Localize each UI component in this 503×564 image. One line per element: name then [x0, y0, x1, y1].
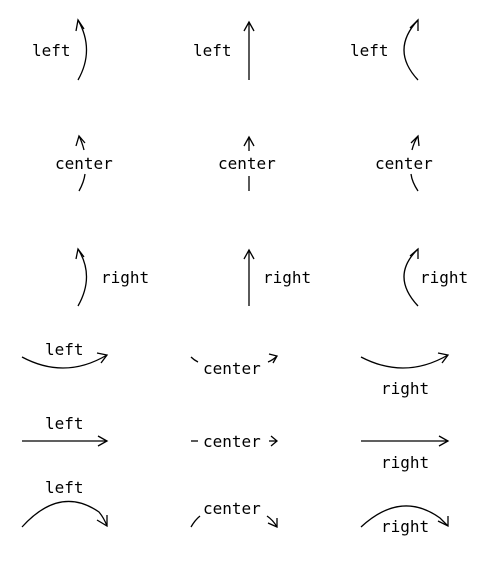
- label-left: left: [45, 478, 84, 497]
- label-left: left: [350, 41, 389, 60]
- arc-arrow-shaft-left: [190, 356, 199, 363]
- example-center-straight: center: [218, 135, 276, 191]
- arc-arrow-shaft-lower: [410, 173, 419, 192]
- label-center: center: [203, 359, 261, 378]
- label-right: right: [263, 268, 311, 287]
- label-center: center: [55, 154, 113, 173]
- example-center-arc-up: center: [190, 499, 278, 529]
- example-right-straight: right: [243, 248, 311, 306]
- label-right: right: [420, 268, 468, 287]
- example-right-arc-left: right: [403, 247, 468, 307]
- diagram-canvas: left left left center center center righ…: [21, 18, 468, 536]
- arrow-label-diagram: left left left center center center righ…: [0, 0, 503, 564]
- label-right: right: [381, 517, 429, 536]
- arc-arrow-shaft: [403, 248, 419, 307]
- label-left: left: [45, 340, 84, 359]
- example-left-arc-up: left: [21, 478, 108, 528]
- label-right: right: [381, 379, 429, 398]
- arc-arrow-shaft: [403, 19, 419, 81]
- example-left-arc-down: left: [21, 340, 109, 369]
- example-right-straight-horizontal: right: [361, 435, 450, 472]
- example-center-arc-down: center: [190, 353, 278, 378]
- example-center-arc-left: center: [375, 134, 433, 192]
- label-left: left: [32, 41, 71, 60]
- example-center-straight-horizontal: center: [191, 432, 279, 451]
- arc-arrow-shaft-left: [190, 515, 201, 528]
- arc-arrow-shaft-lower: [78, 173, 86, 192]
- example-right-arc-up: right: [360, 505, 449, 536]
- label-left: left: [45, 414, 84, 433]
- example-left-straight: left: [193, 20, 255, 80]
- label-right: right: [381, 453, 429, 472]
- label-center: center: [375, 154, 433, 173]
- example-left-straight-horizontal: left: [22, 414, 109, 447]
- label-center: center: [203, 499, 261, 518]
- arc-arrow-shaft: [77, 19, 88, 81]
- example-left-arc-left: left: [350, 18, 419, 81]
- example-left-arc-right: left: [32, 18, 88, 81]
- example-right-arc-right: right: [75, 247, 149, 307]
- label-left: left: [193, 41, 232, 60]
- arc-arrow-shaft: [360, 354, 449, 369]
- label-center: center: [218, 154, 276, 173]
- arc-arrow-shaft: [77, 248, 88, 307]
- example-center-arc-right: center: [55, 134, 113, 192]
- label-right: right: [101, 268, 149, 287]
- arc-arrow-shaft: [21, 500, 108, 528]
- example-right-arc-down: right: [360, 352, 450, 398]
- label-center: center: [203, 432, 261, 451]
